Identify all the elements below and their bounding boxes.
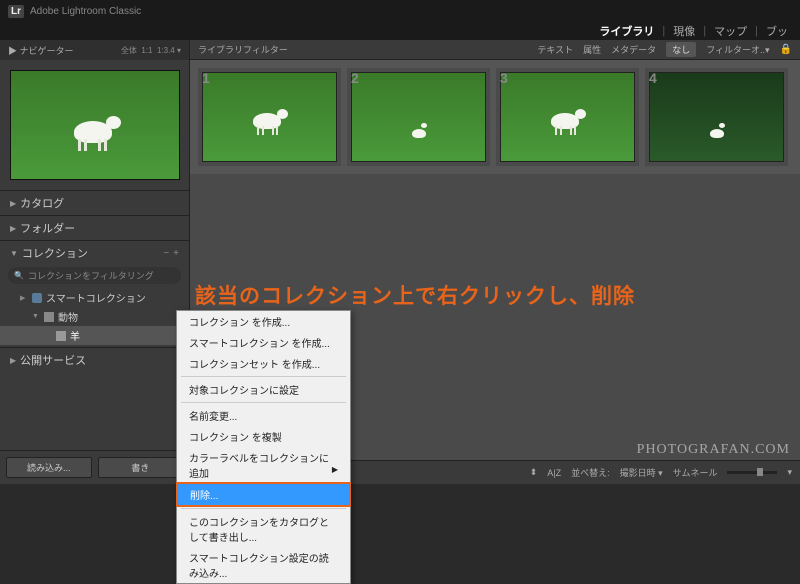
nav-library[interactable]: ライブラリ	[593, 23, 660, 39]
nav-map[interactable]: マップ	[708, 23, 753, 39]
menu-item[interactable]: 対象コレクションに設定	[177, 379, 350, 400]
menu-item[interactable]: カラーラベルをコレクションに追加▶	[177, 447, 350, 483]
menu-item[interactable]: このコレクションをカタログとして書き出し...	[177, 511, 350, 547]
thumbnail-cell[interactable]: 2	[347, 68, 490, 166]
menu-item[interactable]: コレクション を複製	[177, 426, 350, 447]
menu-item-delete[interactable]: 削除...	[176, 482, 351, 507]
app-logo: Lr	[8, 5, 24, 18]
watermark: PHOTOGRAFAN.COM	[637, 442, 790, 458]
export-button[interactable]: 書き	[98, 457, 184, 478]
collection-icon	[56, 331, 66, 341]
toolbar-chevron-icon[interactable]: ▾	[787, 467, 792, 478]
sort-label: 並べ替え:	[571, 466, 610, 479]
nav-book[interactable]: ブッ	[760, 23, 794, 39]
nav-sep: |	[662, 25, 665, 37]
collection-tree: ▶スマートコレクション ▼動物 羊	[0, 286, 189, 347]
sort-dropdown[interactable]: 撮影日時 ▾	[620, 466, 663, 479]
tree-item-animals[interactable]: ▼動物	[0, 307, 189, 326]
filter-preset[interactable]: フィルターオ..▾	[706, 43, 769, 56]
filter-meta[interactable]: メタデータ	[611, 43, 656, 56]
thumbnail-cell[interactable]: 1	[198, 68, 341, 166]
lock-icon[interactable]: 🔒	[780, 44, 792, 55]
filter-none[interactable]: なし	[666, 42, 696, 57]
panel-catalog[interactable]: ▶カタログ	[0, 191, 189, 215]
nav-sep: |	[703, 25, 706, 37]
panel-collection[interactable]: ▼コレクション −+	[0, 241, 189, 265]
smart-collection-icon	[32, 293, 42, 303]
navigator-preview[interactable]	[0, 60, 189, 190]
menu-item[interactable]: 名前変更...	[177, 405, 350, 426]
panel-publish[interactable]: ▶公開サービス	[0, 348, 189, 372]
sort-dir-icon[interactable]: ⬍	[530, 467, 538, 478]
menu-separator	[181, 376, 346, 377]
tree-item-sheep[interactable]: 羊	[0, 326, 189, 345]
nav-develop[interactable]: 現像	[667, 23, 701, 39]
thumb-size-slider[interactable]	[727, 471, 777, 474]
menu-item[interactable]: コレクションセット を作成...	[177, 353, 350, 374]
navigator-header[interactable]: ▶ ナビゲーター 全体 1:1 1:3.4 ▾	[0, 40, 189, 60]
menu-separator	[181, 508, 346, 509]
left-sidebar: ▶ ナビゲーター 全体 1:1 1:3.4 ▾ ▶カタログ ▶フォルダー ▼コレ…	[0, 40, 190, 484]
filter-text[interactable]: テキスト	[537, 43, 573, 56]
annotation-text: 該当のコレクション上で右クリックし、削除	[195, 280, 635, 310]
plus-icon[interactable]: +	[173, 248, 179, 259]
menu-item[interactable]: スマートコレクション設定の読み込み...	[177, 547, 350, 583]
collection-filter-input[interactable]: コレクションをフィルタリング	[8, 267, 181, 284]
thumbnail-cell[interactable]: 3	[496, 68, 639, 166]
title-bar: Lr Adobe Lightroom Classic	[0, 0, 800, 22]
module-nav: ライブラリ | 現像 | マップ | ブッ	[0, 22, 800, 40]
az-icon[interactable]: A|Z	[547, 468, 561, 478]
menu-separator	[181, 402, 346, 403]
thumb-size-label: サムネール	[673, 466, 718, 479]
panel-folder[interactable]: ▶フォルダー	[0, 216, 189, 240]
sidebar-footer: 読み込み... 書き	[0, 450, 189, 484]
import-button[interactable]: 読み込み...	[6, 457, 92, 478]
thumbnail-grid: 1 2 3 4	[190, 60, 800, 174]
folder-icon	[44, 312, 54, 322]
nav-sep: |	[755, 25, 758, 37]
minus-icon[interactable]: −	[163, 248, 169, 259]
tree-item-smart[interactable]: ▶スマートコレクション	[0, 288, 189, 307]
library-filter-bar: ライブラリフィルター テキスト 属性 メタデータ なし フィルターオ..▾ 🔒	[190, 40, 800, 60]
app-title: Adobe Lightroom Classic	[30, 6, 141, 17]
filter-label: ライブラリフィルター	[198, 43, 288, 56]
menu-item[interactable]: コレクション を作成...	[177, 311, 350, 332]
menu-item[interactable]: スマートコレクション を作成...	[177, 332, 350, 353]
thumbnail-cell[interactable]: 4	[645, 68, 788, 166]
preview-image	[10, 70, 180, 180]
filter-attr[interactable]: 属性	[583, 43, 601, 56]
context-menu: コレクション を作成...スマートコレクション を作成...コレクションセット …	[176, 310, 351, 584]
